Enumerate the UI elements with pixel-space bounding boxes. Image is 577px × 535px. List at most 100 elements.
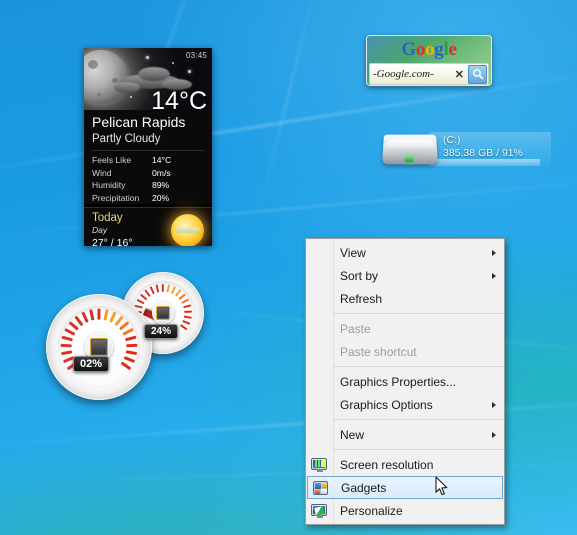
menu-separator xyxy=(334,449,504,450)
weather-details: Feels Like 14°C Wind 0m/s Humidity 89% P… xyxy=(92,154,204,204)
submenu-arrow-icon xyxy=(492,249,496,256)
detail-value: 20% xyxy=(152,192,170,203)
search-input[interactable]: -Google.com- xyxy=(370,68,451,80)
monitor-brush-icon xyxy=(311,503,327,519)
weather-detail-row: Humidity 89% xyxy=(92,179,204,191)
menu-item-view[interactable]: View xyxy=(306,241,504,264)
menu-item-refresh[interactable]: Refresh xyxy=(306,287,504,310)
meter-gadgets-group[interactable]: 24% 02% xyxy=(44,272,220,400)
gauge-tick xyxy=(122,327,134,336)
cloud-shape xyxy=(138,67,170,81)
detail-value: 14°C xyxy=(152,155,172,166)
chip-glyph xyxy=(90,338,108,356)
gauge-tick xyxy=(61,335,73,342)
search-icon[interactable] xyxy=(468,64,487,84)
drive-capacity: 385.38 GB / 91% xyxy=(443,147,523,160)
gauge-tick xyxy=(60,343,72,348)
menu-item-graphics-properties[interactable]: Graphics Properties... xyxy=(306,370,504,393)
google-search-bar[interactable]: -Google.com- ✕ xyxy=(369,63,489,85)
gadgets-icon xyxy=(313,480,329,496)
submenu-arrow-icon xyxy=(492,272,496,279)
gauge-tick xyxy=(120,361,132,371)
desktop[interactable]: 03:45 14°C Pelican Rapids Partly Cloudy … xyxy=(0,0,577,535)
menu-item-gadgets[interactable]: Gadgets xyxy=(307,476,503,499)
menu-item-label: Paste shortcut xyxy=(340,344,417,359)
divider xyxy=(92,150,204,152)
weather-time: 03:45 xyxy=(185,51,207,60)
detail-label: Humidity xyxy=(92,180,126,191)
detail-label: Wind xyxy=(92,167,112,178)
gauge-tick xyxy=(97,308,101,320)
gauge-tick xyxy=(149,285,156,295)
menu-item-paste-shortcut: Paste shortcut xyxy=(306,340,504,363)
menu-item-label: Screen resolution xyxy=(340,457,434,472)
weather-body: Pelican Rapids Partly Cloudy Feels Like … xyxy=(84,110,212,205)
detail-value: 0m/s xyxy=(152,167,171,178)
gauge-tick xyxy=(103,309,109,321)
menu-item-screen-resolution[interactable]: Screen resolution xyxy=(306,453,504,476)
drive-label: (C:) xyxy=(443,134,461,146)
weather-condition: Partly Cloudy xyxy=(92,132,161,145)
weather-detail-row: Feels Like 14°C xyxy=(92,154,204,166)
drive-meter-gadget[interactable]: (C:) 385.38 GB / 91% xyxy=(382,126,551,170)
gauge-tick xyxy=(184,310,193,314)
cpu-meter-gadget[interactable] xyxy=(46,294,152,400)
hard-drive-icon xyxy=(382,134,438,165)
gauge-tick xyxy=(183,315,193,320)
weather-sky-image: 03:45 14°C xyxy=(84,48,212,110)
menu-item-label: Paste xyxy=(340,321,371,336)
google-logo-text: Google xyxy=(401,39,457,60)
moon-icon xyxy=(84,50,128,104)
gauge-tick xyxy=(61,350,73,356)
weather-detail-row: Wind 0m/s xyxy=(92,167,204,179)
gauge-tick xyxy=(182,319,191,326)
detail-label: Precipitation xyxy=(92,192,140,203)
weather-forecast: Today Day 27° / 16° xyxy=(84,207,212,246)
menu-item-graphics-options[interactable]: Graphics Options xyxy=(306,393,504,416)
detail-label: Feels Like xyxy=(92,155,132,166)
weather-temperature: 14°C xyxy=(151,87,207,111)
star-icon xyxy=(188,70,191,73)
google-search-gadget[interactable]: Google -Google.com- ✕ xyxy=(366,35,492,86)
memory-chip-icon xyxy=(152,302,174,324)
submenu-arrow-icon xyxy=(492,401,496,408)
gauge-tick xyxy=(179,324,188,331)
chip-glyph xyxy=(155,305,171,321)
menu-item-sort-by[interactable]: Sort by xyxy=(306,264,504,287)
desktop-context-menu[interactable]: View Sort by Refresh Paste Paste shortcut Gra… xyxy=(305,238,505,525)
gauge-tick xyxy=(125,335,137,342)
menu-separator xyxy=(334,419,504,420)
sun-icon xyxy=(171,214,204,246)
gauge-tick xyxy=(161,283,165,292)
menu-item-label: Personalize xyxy=(340,503,403,518)
menu-item-label: Refresh xyxy=(340,291,383,306)
memory-value-badge: 24% xyxy=(144,324,179,339)
gauge-tick xyxy=(74,315,84,327)
menu-item-label: Graphics Options xyxy=(340,397,433,412)
google-logo: Google xyxy=(367,36,491,63)
menu-item-label: Gadgets xyxy=(341,480,387,495)
monitor-chart-icon xyxy=(311,457,327,473)
gauge-tick xyxy=(126,343,138,348)
cloud-shape xyxy=(114,82,140,93)
clear-icon[interactable]: ✕ xyxy=(451,68,468,81)
weather-detail-row: Precipitation 20% xyxy=(92,192,204,204)
menu-item-paste: Paste xyxy=(306,317,504,340)
star-icon xyxy=(130,96,132,98)
menu-item-label: New xyxy=(340,427,365,442)
cpu-value-badge: 02% xyxy=(73,356,110,372)
star-icon xyxy=(146,56,149,59)
menu-separator xyxy=(334,313,504,314)
gauge-tick xyxy=(136,298,145,305)
menu-separator xyxy=(334,366,504,367)
detail-value: 89% xyxy=(152,180,170,191)
wallpaper-swoosh xyxy=(256,0,323,217)
cpu-gauge-face xyxy=(57,305,141,389)
gauge-tick xyxy=(166,284,171,293)
menu-item-personalize[interactable]: Personalize xyxy=(306,499,504,522)
submenu-arrow-icon xyxy=(492,431,496,438)
weather-gadget[interactable]: 03:45 14°C Pelican Rapids Partly Cloudy … xyxy=(84,48,212,246)
gauge-tick xyxy=(125,350,137,356)
gauge-tick xyxy=(183,304,192,309)
menu-item-new[interactable]: New xyxy=(306,423,504,446)
